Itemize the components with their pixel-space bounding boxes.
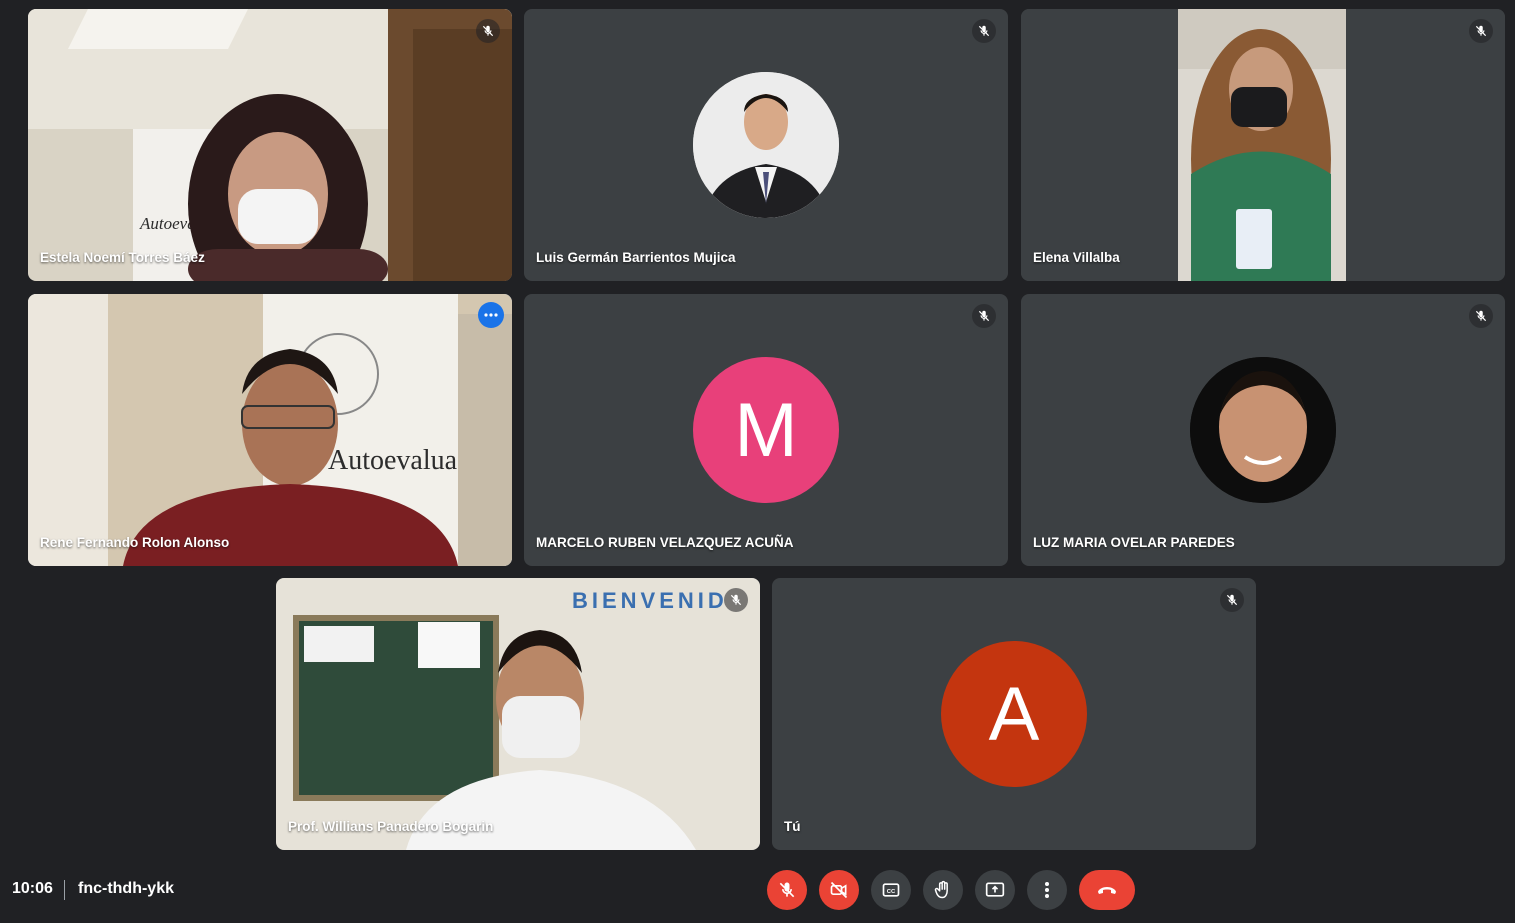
video-feed-rene: Autoevaluación <box>28 294 512 566</box>
muted-mic-icon <box>972 304 996 328</box>
participant-name: LUZ MARIA OVELAR PAREDES <box>1033 535 1235 550</box>
participant-tile-luis[interactable]: Luis Germán Barrientos Mujica <box>524 9 1008 281</box>
avatar-initial-marcelo: M <box>693 357 839 503</box>
raise-hand-button[interactable] <box>923 870 963 910</box>
camera-toggle-button[interactable] <box>819 870 859 910</box>
bottom-control-bar: 10:06 fnc-thdh-ykk CC <box>0 862 1515 923</box>
avatar-photo-luis <box>693 72 839 218</box>
bienvenidos-text: BIENVENID <box>572 588 728 613</box>
muted-mic-icon <box>724 588 748 612</box>
hang-up-icon <box>1098 887 1116 894</box>
muted-mic-icon <box>1469 304 1493 328</box>
captions-button[interactable]: CC <box>871 870 911 910</box>
meeting-clock: 10:06 <box>12 880 53 897</box>
hand-icon <box>934 880 948 899</box>
participant-name: Prof. Willians Panadero Bogarin <box>288 819 494 834</box>
participant-tile-estela[interactable]: Autoevaluación Acreditación Estela Noemí… <box>28 9 512 281</box>
meeting-code: fnc-thdh-ykk <box>78 880 174 897</box>
more-options-button[interactable] <box>1027 870 1067 910</box>
muted-mic-icon <box>1469 19 1493 43</box>
camera-off-icon <box>830 881 848 899</box>
participant-tile-luz[interactable]: LUZ MARIA OVELAR PAREDES <box>1021 294 1505 566</box>
mic-off-icon <box>779 882 795 898</box>
avatar-initial-self: A <box>941 641 1087 787</box>
more-vert-icon <box>1045 882 1049 898</box>
participant-tile-marcelo[interactable]: M MARCELO RUBEN VELAZQUEZ ACUÑA <box>524 294 1008 566</box>
participant-name: Estela Noemí Torres Báez <box>40 250 205 265</box>
svg-text:CC: CC <box>887 889 896 895</box>
participant-tile-elena[interactable]: Elena Villalba <box>1021 9 1505 281</box>
avatar-photo-luz <box>1190 357 1336 503</box>
muted-mic-icon <box>476 19 500 43</box>
video-feed-estela: Autoevaluación Acreditación <box>28 9 512 281</box>
participant-name: Luis Germán Barrientos Mujica <box>536 250 736 265</box>
muted-mic-icon <box>972 19 996 43</box>
captions-icon: CC <box>882 883 900 897</box>
more-options-icon[interactable] <box>478 302 504 328</box>
participant-name: Tú <box>784 819 801 834</box>
leave-call-button[interactable] <box>1079 870 1135 910</box>
present-screen-icon <box>985 882 1005 897</box>
present-now-button[interactable] <box>975 870 1015 910</box>
participant-tile-self[interactable]: A Tú <box>772 578 1256 850</box>
participant-tile-willians[interactable]: BIENVENID Prof. Willians Panadero Bogari… <box>276 578 760 850</box>
muted-mic-icon <box>1220 588 1244 612</box>
participant-name: MARCELO RUBEN VELAZQUEZ ACUÑA <box>536 535 794 550</box>
divider <box>64 880 65 900</box>
participant-name: Elena Villalba <box>1033 250 1120 265</box>
microphone-toggle-button[interactable] <box>767 870 807 910</box>
profile-photo <box>1190 357 1336 503</box>
participant-name: Rene Fernando Rolon Alonso <box>40 535 230 550</box>
profile-photo <box>693 72 839 218</box>
participant-tile-rene[interactable]: Autoevaluación Rene Fernando Rolon Alons… <box>28 294 512 566</box>
video-feed-willians: BIENVENID <box>276 578 760 850</box>
video-feed-elena <box>1021 9 1505 281</box>
